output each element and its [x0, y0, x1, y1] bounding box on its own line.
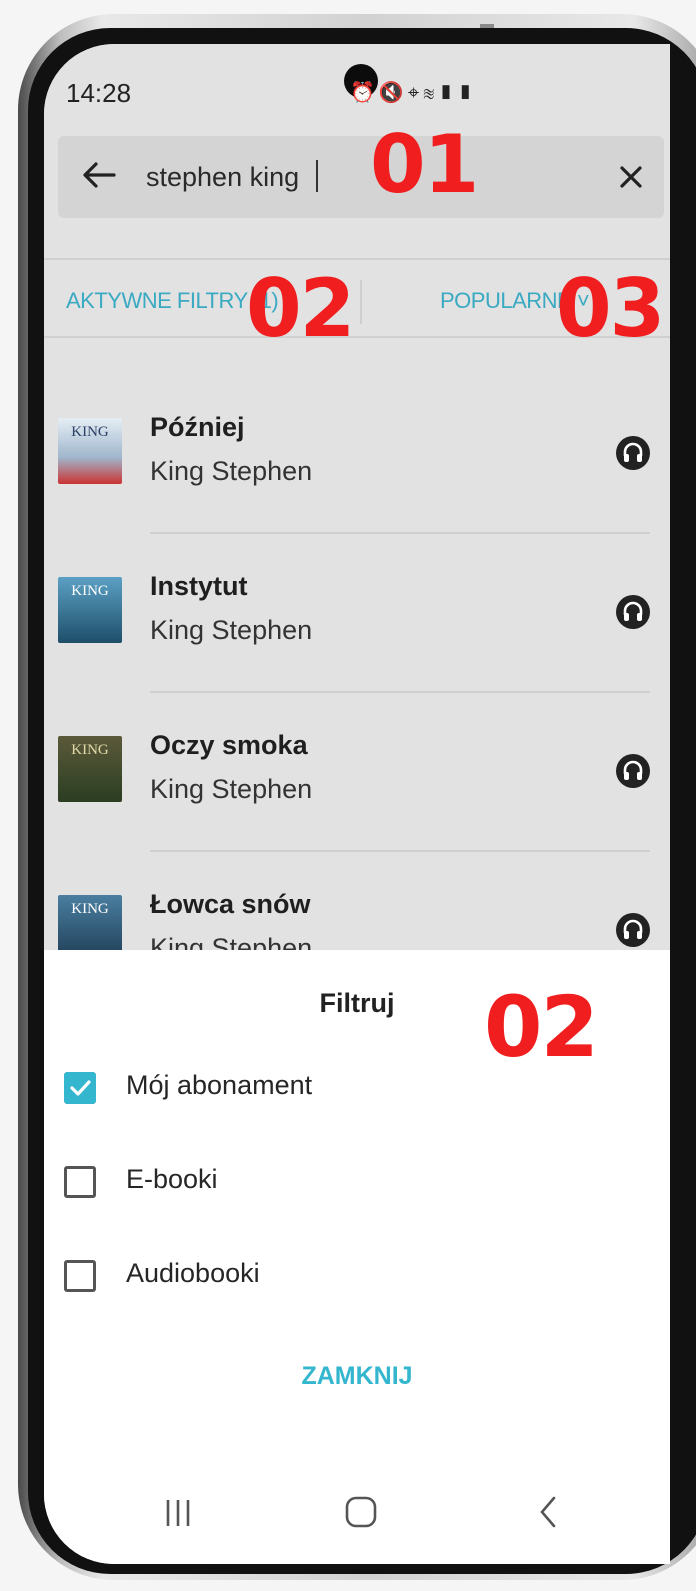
- book-title: Później: [150, 412, 245, 442]
- book-cover: KING: [58, 736, 122, 802]
- annotation-label: 02: [484, 978, 599, 1076]
- cover-text: KING: [71, 742, 109, 758]
- headphones-icon: [616, 436, 650, 470]
- book-row[interactable]: KING Oczy smoka King Stephen: [44, 724, 670, 883]
- wifi-icon: ≋: [423, 82, 439, 104]
- headphones-icon: [616, 595, 650, 629]
- checkbox-checked[interactable]: [64, 1072, 96, 1104]
- cover-text: KING: [71, 424, 109, 440]
- search-bar[interactable]: [58, 136, 664, 218]
- cover-text: KING: [71, 901, 109, 917]
- divider: [150, 691, 650, 693]
- recent-apps-icon[interactable]: [162, 1496, 194, 1530]
- annotation-label: 03: [556, 262, 665, 355]
- annotation-label: 02: [246, 262, 355, 355]
- option-label: Audiobooki: [126, 1258, 260, 1288]
- checkbox[interactable]: [64, 1260, 96, 1292]
- home-icon[interactable]: [344, 1494, 378, 1530]
- divider: [150, 850, 650, 852]
- option-label: E-booki: [126, 1164, 218, 1194]
- cover-text: KING: [71, 583, 109, 599]
- signal-icon: ▮: [438, 82, 458, 104]
- filter-option-audiobooks[interactable]: Audiobooki: [64, 1250, 624, 1310]
- back-icon[interactable]: [536, 1494, 560, 1530]
- status-icons: ⏰🔇⌖≋▮▮: [350, 80, 477, 105]
- book-cover: KING: [58, 418, 122, 484]
- divider: [360, 280, 362, 324]
- location-icon: ⌖: [407, 82, 424, 104]
- divider: [150, 532, 650, 534]
- book-title: Instytut: [150, 571, 248, 601]
- filter-option-ebooks[interactable]: E-booki: [64, 1156, 624, 1216]
- checkbox[interactable]: [64, 1166, 96, 1198]
- annotation-label: 01: [370, 118, 479, 211]
- close-sheet-button[interactable]: ZAMKNIJ: [44, 1362, 670, 1391]
- book-author: King Stephen: [150, 456, 313, 486]
- book-title: Oczy smoka: [150, 730, 308, 760]
- headphones-icon: [616, 754, 650, 788]
- book-row[interactable]: KING Instytut King Stephen: [44, 565, 670, 724]
- close-icon[interactable]: [616, 162, 646, 192]
- option-label: Mój abonament: [126, 1070, 313, 1100]
- headphones-icon: [616, 913, 650, 947]
- mute-icon: 🔇: [378, 82, 408, 104]
- search-input[interactable]: [146, 157, 566, 197]
- text-caret: [316, 160, 318, 192]
- system-nav-bar: [44, 1480, 670, 1560]
- book-author: King Stephen: [150, 774, 313, 804]
- back-arrow-icon[interactable]: [78, 154, 120, 196]
- check-icon: [70, 1080, 91, 1096]
- book-row[interactable]: KING Później King Stephen: [44, 406, 670, 565]
- book-cover: KING: [58, 577, 122, 643]
- book-author: King Stephen: [150, 615, 313, 645]
- alarm-icon: ⏰: [350, 82, 379, 104]
- status-bar: 14:28 ⏰🔇⌖≋▮▮: [44, 44, 670, 134]
- battery-icon: ▮: [457, 82, 477, 104]
- status-time: 14:28: [66, 78, 132, 108]
- book-title: Łowca snów: [150, 889, 311, 919]
- divider: [44, 258, 670, 260]
